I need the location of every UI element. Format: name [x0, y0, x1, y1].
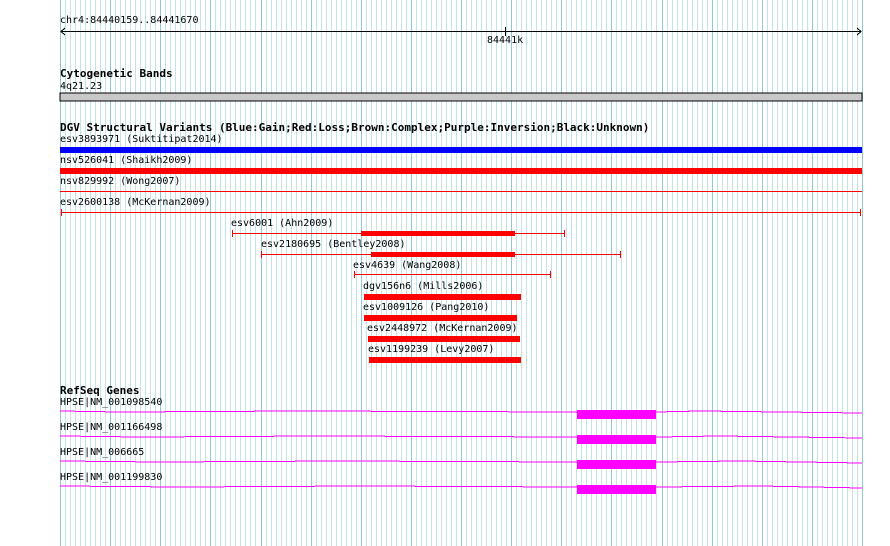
gene-label[interactable]: HPSE|NM_001199830: [60, 472, 162, 484]
ruler-range-label: chr4:84440159..84441670: [60, 15, 199, 26]
ruler-tick-label: 84441k: [487, 35, 524, 46]
variant-label[interactable]: esv1009126 (Pang2010): [363, 302, 489, 314]
gene-label[interactable]: HPSE|NM_006665: [60, 447, 144, 459]
variant-label[interactable]: nsv526041 (Shaikh2009): [60, 155, 192, 167]
variant-label[interactable]: dgv156n6 (Mills2006): [363, 281, 483, 293]
variant-label[interactable]: esv3893971 (Suktitipat2014): [60, 134, 223, 146]
refseq-track-title: RefSeq Genes: [60, 384, 140, 397]
variant-label[interactable]: esv1199239 (Levy2007): [368, 344, 494, 356]
cytoband-label: 4q21.23: [60, 81, 103, 92]
cytoband-track-title: Cytogenetic Bands: [60, 67, 173, 80]
variant-label[interactable]: esv2448972 (McKernan2009): [367, 323, 518, 335]
dgv-track-title: DGV Structural Variants (Blue:Gain;Red:L…: [60, 121, 650, 134]
background-grid: [60, 0, 863, 546]
gene-label[interactable]: HPSE|NM_001098540: [60, 397, 162, 409]
variant-label[interactable]: esv4639 (Wang2008): [353, 260, 461, 272]
genome-browser-view[interactable]: chr4:84440159..84441670 84441k Cytogenet…: [0, 0, 890, 546]
variant-label[interactable]: esv2600138 (McKernan2009): [60, 197, 211, 209]
variant-label[interactable]: nsv829992 (Wong2007): [60, 176, 180, 188]
gene-label[interactable]: HPSE|NM_001166498: [60, 422, 162, 434]
variant-label[interactable]: esv2180695 (Bentley2008): [261, 239, 406, 251]
variant-label[interactable]: esv6001 (Ahn2009): [231, 218, 333, 230]
